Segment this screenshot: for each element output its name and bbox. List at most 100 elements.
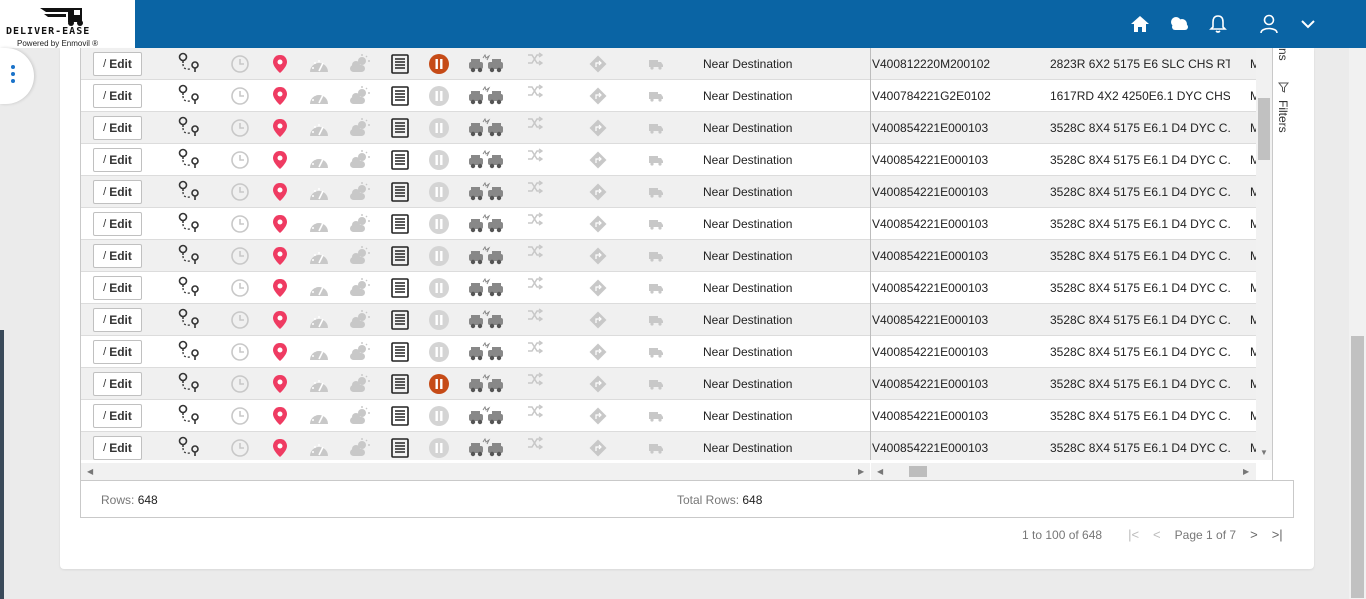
route-icon[interactable] (178, 180, 200, 200)
pause-icon[interactable] (428, 437, 450, 458)
location-pin-icon[interactable] (272, 438, 294, 458)
document-icon[interactable] (391, 374, 413, 394)
clock-icon[interactable] (230, 214, 252, 234)
accident-icon[interactable] (468, 405, 506, 426)
truck-icon[interactable] (648, 441, 670, 460)
speedometer-icon[interactable] (308, 216, 330, 236)
accident-icon[interactable] (468, 245, 506, 266)
route-icon[interactable] (178, 212, 200, 232)
vertical-scrollbar[interactable]: ▼ (1256, 48, 1272, 460)
route-sign-icon[interactable] (588, 118, 610, 138)
document-icon[interactable] (391, 246, 413, 266)
table-row[interactable]: / Edit Near Destination V400854221E000103 35… (81, 432, 1256, 460)
document-icon[interactable] (391, 310, 413, 330)
route-sign-icon[interactable] (588, 374, 610, 394)
weather-icon[interactable] (348, 214, 370, 234)
table-row[interactable]: / Edit Near Destination V400854221E000103 35… (81, 144, 1256, 176)
weather-icon[interactable] (348, 246, 370, 266)
clock-icon[interactable] (230, 86, 252, 106)
route-icon[interactable] (178, 276, 200, 296)
table-row[interactable]: / Edit Near Destination V400854221E000103 35… (81, 400, 1256, 432)
truck-icon[interactable] (648, 121, 670, 141)
pause-icon[interactable] (428, 117, 450, 138)
accident-icon[interactable] (468, 85, 506, 106)
location-pin-icon[interactable] (272, 118, 294, 138)
truck-icon[interactable] (648, 185, 670, 205)
truck-icon[interactable] (648, 57, 670, 77)
table-row[interactable]: / Edit Near Destination V400812220M200102 28… (81, 48, 1256, 80)
pause-icon[interactable] (428, 277, 450, 298)
document-icon[interactable] (391, 86, 413, 106)
route-sign-icon[interactable] (588, 246, 610, 266)
edit-button[interactable]: / Edit (93, 404, 142, 428)
truck-icon[interactable] (648, 249, 670, 269)
edit-button[interactable]: / Edit (93, 180, 142, 204)
location-pin-icon[interactable] (272, 182, 294, 202)
clock-icon[interactable] (230, 150, 252, 170)
shuffle-icon[interactable] (527, 404, 549, 424)
document-icon[interactable] (391, 342, 413, 362)
speedometer-icon[interactable] (308, 56, 330, 76)
clock-icon[interactable] (230, 310, 252, 330)
pause-icon[interactable] (428, 309, 450, 330)
home-icon[interactable] (1128, 12, 1152, 36)
document-icon[interactable] (391, 118, 413, 138)
first-page-icon[interactable]: |< (1128, 527, 1139, 542)
previous-page-icon[interactable]: < (1153, 527, 1161, 542)
document-icon[interactable] (391, 406, 413, 426)
truck-icon[interactable] (648, 313, 670, 333)
document-icon[interactable] (391, 278, 413, 298)
route-sign-icon[interactable] (588, 86, 610, 106)
document-icon[interactable] (391, 438, 413, 458)
filters-tab[interactable]: Filters (1276, 100, 1290, 133)
page-scrollbar[interactable] (1349, 48, 1366, 599)
weather-icon[interactable] (348, 182, 370, 202)
location-pin-icon[interactable] (272, 310, 294, 330)
shuffle-icon[interactable] (527, 340, 549, 360)
speedometer-icon[interactable] (308, 88, 330, 108)
scroll-left-icon[interactable]: ◀ (87, 467, 93, 476)
location-pin-icon[interactable] (272, 150, 294, 170)
speedometer-icon[interactable] (308, 280, 330, 300)
route-icon[interactable] (178, 244, 200, 264)
route-sign-icon[interactable] (588, 182, 610, 202)
truck-icon[interactable] (648, 153, 670, 173)
table-row[interactable]: / Edit Near Destination V400784221G2E0102 16… (81, 80, 1256, 112)
shuffle-icon[interactable] (527, 212, 549, 232)
scroll-right-icon[interactable]: ▶ (858, 467, 864, 476)
edit-button[interactable]: / Edit (93, 84, 142, 108)
pause-icon[interactable] (428, 149, 450, 170)
clock-icon[interactable] (230, 182, 252, 202)
document-icon[interactable] (391, 214, 413, 234)
weather-icon[interactable] (348, 86, 370, 106)
document-icon[interactable] (391, 54, 413, 74)
edit-button[interactable]: / Edit (93, 212, 142, 236)
location-pin-icon[interactable] (272, 246, 294, 266)
route-sign-icon[interactable] (588, 54, 610, 74)
shuffle-icon[interactable] (527, 308, 549, 328)
route-sign-icon[interactable] (588, 438, 610, 458)
accident-icon[interactable] (468, 373, 506, 394)
route-icon[interactable] (178, 308, 200, 328)
truck-icon[interactable] (648, 89, 670, 109)
filter-icon[interactable] (1278, 82, 1289, 93)
route-icon[interactable] (178, 52, 200, 72)
scroll-right-icon[interactable]: ▶ (1243, 467, 1249, 476)
edit-button[interactable]: / Edit (93, 308, 142, 332)
table-row[interactable]: / Edit Near Destination V400854221E000103 35… (81, 112, 1256, 144)
table-row[interactable]: / Edit Near Destination V400854221E000103 35… (81, 304, 1256, 336)
route-sign-icon[interactable] (588, 214, 610, 234)
shuffle-icon[interactable] (527, 52, 549, 72)
route-sign-icon[interactable] (588, 406, 610, 426)
shuffle-icon[interactable] (527, 436, 549, 456)
logo[interactable]: DELIVER-EASE Powered by Enmovil ® (0, 0, 135, 48)
weather-icon[interactable] (1167, 12, 1191, 36)
accident-icon[interactable] (468, 53, 506, 74)
edit-button[interactable]: / Edit (93, 52, 142, 76)
speedometer-icon[interactable] (308, 120, 330, 140)
scroll-thumb[interactable] (1258, 98, 1270, 160)
bell-icon[interactable] (1206, 12, 1230, 36)
location-pin-icon[interactable] (272, 406, 294, 426)
shuffle-icon[interactable] (527, 372, 549, 392)
route-sign-icon[interactable] (588, 342, 610, 362)
